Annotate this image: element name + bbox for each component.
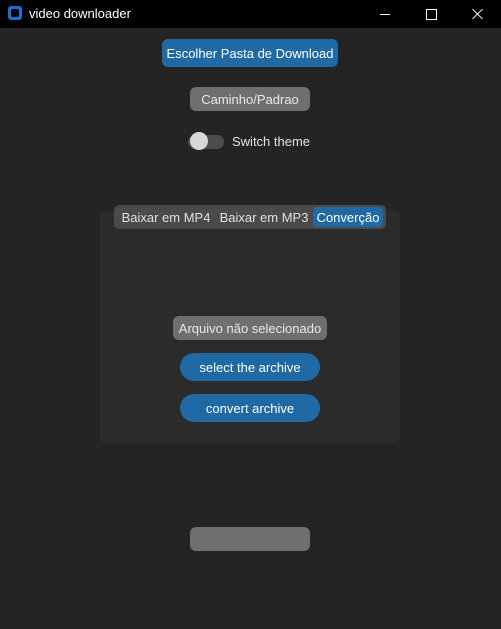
choose-download-folder-button[interactable]: Escolher Pasta de Download <box>162 39 338 67</box>
window-title: video downloader <box>29 6 131 21</box>
tab-bar: Baixar em MP4 Baixar em MP3 Converção <box>114 205 386 229</box>
status-label <box>190 527 310 551</box>
download-path-label: Caminho/Padrao <box>190 87 310 111</box>
app-icon <box>8 6 22 20</box>
select-archive-button[interactable]: select the archive <box>180 353 320 381</box>
switch-theme-label[interactable]: Switch theme <box>232 134 310 149</box>
maximize-icon <box>425 8 437 20</box>
tab-mp3[interactable]: Baixar em MP3 <box>215 207 313 227</box>
title-bar: video downloader <box>0 0 501 28</box>
minimize-icon <box>380 13 390 15</box>
tab-mp4[interactable]: Baixar em MP4 <box>117 207 215 227</box>
maximize-button[interactable] <box>408 0 454 28</box>
minimize-button[interactable] <box>362 0 408 28</box>
close-icon <box>472 8 484 20</box>
file-status-label: Arquivo não selecionado <box>173 316 327 340</box>
close-button[interactable] <box>455 0 501 28</box>
tab-conversion[interactable]: Converção <box>313 207 383 227</box>
convert-archive-button[interactable]: convert archive <box>180 394 320 422</box>
switch-knob[interactable] <box>190 132 208 150</box>
